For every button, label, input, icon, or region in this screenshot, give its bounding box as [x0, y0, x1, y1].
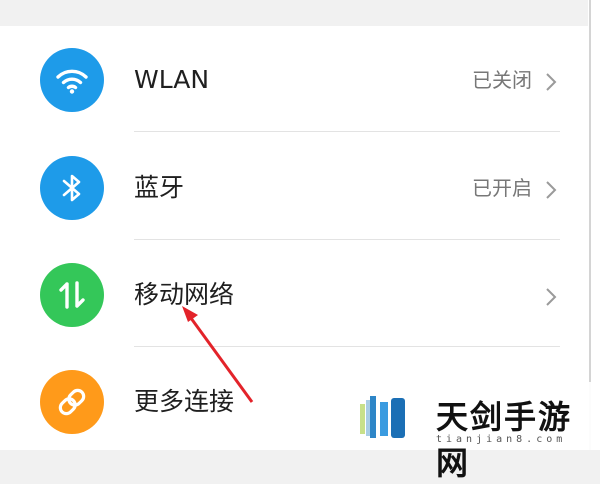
mobile-data-icon — [40, 263, 104, 327]
settings-row-bluetooth[interactable]: 蓝牙 已开启 — [0, 134, 588, 240]
row-divider — [134, 131, 560, 132]
wifi-icon — [40, 48, 104, 112]
more-connections-label: 更多连接 — [134, 387, 235, 416]
chevron-right-icon — [546, 73, 557, 91]
bluetooth-icon — [40, 156, 104, 220]
watermark: 天剑手游网 tianjian8.com — [352, 382, 596, 482]
wlan-label: WLAN — [134, 65, 210, 94]
link-icon — [40, 370, 104, 434]
bluetooth-status: 已开启 — [472, 176, 532, 200]
chevron-right-icon — [546, 288, 557, 306]
watermark-logo-icon — [360, 396, 405, 438]
row-divider — [134, 239, 560, 240]
top-bar — [0, 0, 600, 26]
chevron-right-icon — [546, 181, 557, 199]
settings-row-mobile-network[interactable]: 移动网络 — [0, 241, 588, 347]
wlan-status: 已关闭 — [472, 68, 532, 92]
settings-row-wlan[interactable]: WLAN 已关闭 — [0, 26, 588, 132]
watermark-domain: tianjian8.com — [436, 434, 567, 445]
mobile-network-label: 移动网络 — [134, 280, 235, 309]
bluetooth-label: 蓝牙 — [134, 173, 185, 202]
row-divider — [134, 346, 560, 347]
